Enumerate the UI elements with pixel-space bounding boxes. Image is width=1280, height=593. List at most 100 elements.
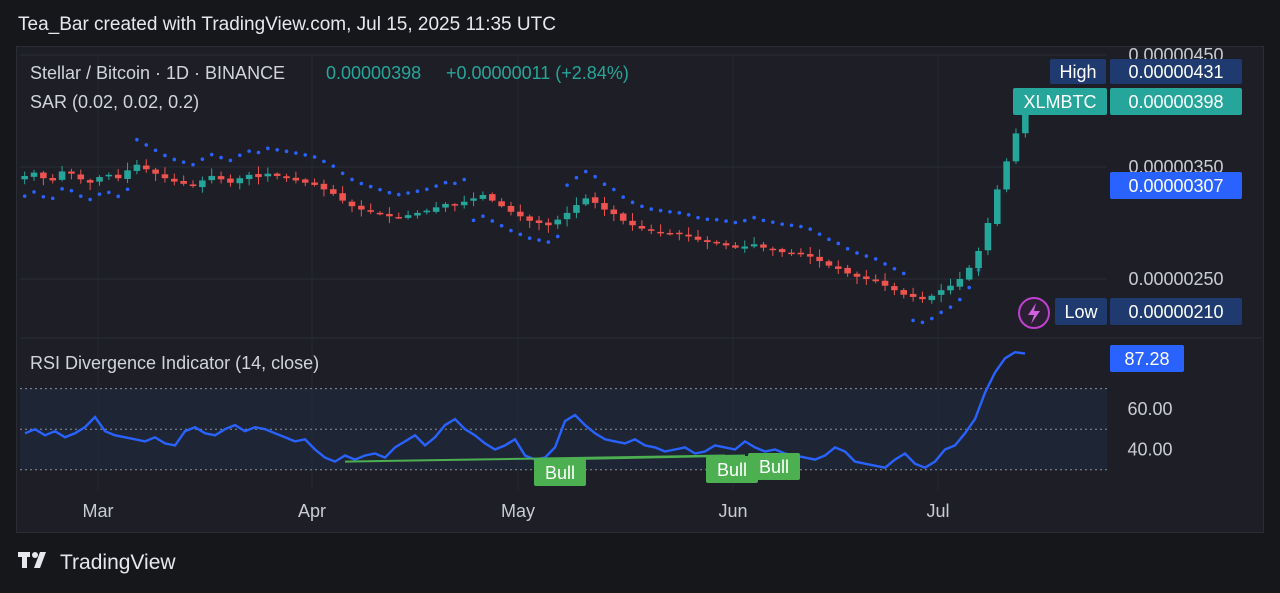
candle-body xyxy=(881,280,889,286)
candle-body xyxy=(722,243,730,246)
candle-body xyxy=(769,248,777,251)
candle-body xyxy=(666,233,674,235)
candle-body xyxy=(741,246,749,249)
sar-dot xyxy=(462,177,467,182)
sar-dot xyxy=(602,182,607,187)
candle-body xyxy=(488,194,496,201)
sar-dot xyxy=(163,153,167,158)
candle-body xyxy=(498,201,505,207)
sar-dot xyxy=(209,152,214,157)
sar-dot xyxy=(658,208,663,213)
sar-dot xyxy=(630,200,635,205)
candle-body xyxy=(844,267,851,274)
sar-dot xyxy=(453,181,457,186)
month-tick-label: Jul xyxy=(926,501,949,521)
rsi-tick-label: 60.00 xyxy=(1127,399,1172,419)
candlestick-series xyxy=(21,107,1029,304)
candle-body xyxy=(358,205,365,210)
candle-body xyxy=(704,240,711,243)
candle-body xyxy=(788,252,795,255)
high-label: High xyxy=(1059,62,1096,82)
sar-dot xyxy=(649,207,654,211)
sar-dot xyxy=(565,183,569,187)
candle-body xyxy=(545,222,552,226)
sar-dot xyxy=(733,220,738,225)
candle-body xyxy=(685,234,692,237)
candle-body xyxy=(432,207,440,212)
candle-body xyxy=(152,169,159,174)
sar-dot xyxy=(686,212,691,217)
bull-label: Bull xyxy=(717,460,747,480)
chart-canvas[interactable]: Bull Bull Bull 0.000004500.000003500.00000… xyxy=(0,0,1280,593)
sar-dot xyxy=(939,310,943,315)
symbol-legend: Stellar / Bitcoin · 1D · BINANCE xyxy=(30,63,285,83)
candle-body xyxy=(694,236,702,240)
candle-body xyxy=(348,201,356,207)
candle-body xyxy=(273,173,281,176)
candle-body xyxy=(517,211,524,217)
candle-body xyxy=(835,266,842,269)
sar-dot xyxy=(668,209,672,214)
candle-body xyxy=(386,213,393,217)
candle-body xyxy=(657,231,664,234)
sar-dot xyxy=(555,234,560,239)
candle-body xyxy=(975,251,982,269)
sar-dot xyxy=(368,184,373,189)
sar-dot xyxy=(107,190,111,195)
sar-value: 0.00000307 xyxy=(1128,176,1223,196)
sar-dot xyxy=(967,285,972,290)
sar-legend: SAR (0.02, 0.02, 0.2) xyxy=(30,92,199,112)
sar-dot xyxy=(892,266,897,271)
sar-dot xyxy=(256,150,261,155)
sar-dot xyxy=(219,155,223,160)
sar-dot xyxy=(827,237,831,242)
candle-body xyxy=(535,220,543,223)
candle-body xyxy=(208,175,215,181)
candle-body xyxy=(629,220,636,226)
candle-body xyxy=(86,180,94,183)
footer-brand: TradingView xyxy=(60,551,176,574)
candle-body xyxy=(638,226,646,229)
sar-dot xyxy=(771,220,775,224)
sar-dot xyxy=(396,192,401,197)
candle-body xyxy=(760,244,767,248)
sar-dot xyxy=(640,204,644,209)
sar-dot xyxy=(836,241,841,246)
candle-body xyxy=(470,198,477,201)
price-tick-label: 0.00000250 xyxy=(1128,269,1223,289)
candle-body xyxy=(283,176,290,179)
sar-dot xyxy=(817,232,822,236)
sar-dot xyxy=(780,222,784,226)
candle-body xyxy=(797,252,805,255)
sar-dot xyxy=(677,211,682,215)
candle-body xyxy=(853,273,861,277)
candle-body xyxy=(713,241,720,244)
sar-dot xyxy=(135,137,139,142)
sar-dot xyxy=(266,146,270,151)
sar-dot xyxy=(845,246,850,251)
candle-body xyxy=(330,189,337,194)
candle-body xyxy=(993,189,1001,225)
sar-dot xyxy=(808,227,813,231)
candle-body xyxy=(479,195,487,199)
sar-dot xyxy=(294,151,298,155)
sar-dot xyxy=(481,214,485,219)
sar-dot xyxy=(228,158,233,163)
candle-body xyxy=(114,174,122,179)
sar-dot xyxy=(237,153,242,158)
ticker-label: XLMBTC xyxy=(1023,92,1096,112)
sar-dot xyxy=(191,162,195,167)
sar-dot xyxy=(425,187,429,192)
high-value: 0.00000431 xyxy=(1128,62,1223,82)
candle-body xyxy=(105,174,113,177)
sar-dot xyxy=(621,195,625,199)
candle-body xyxy=(49,177,57,181)
sar-dot xyxy=(415,189,420,194)
sar-dot xyxy=(434,184,438,188)
candle-body xyxy=(30,172,38,177)
sar-dot xyxy=(41,194,46,199)
candle-body xyxy=(919,296,926,300)
candle-body xyxy=(610,209,618,215)
ticker-value: 0.00000398 xyxy=(1128,92,1223,112)
sar-dot xyxy=(378,187,382,192)
